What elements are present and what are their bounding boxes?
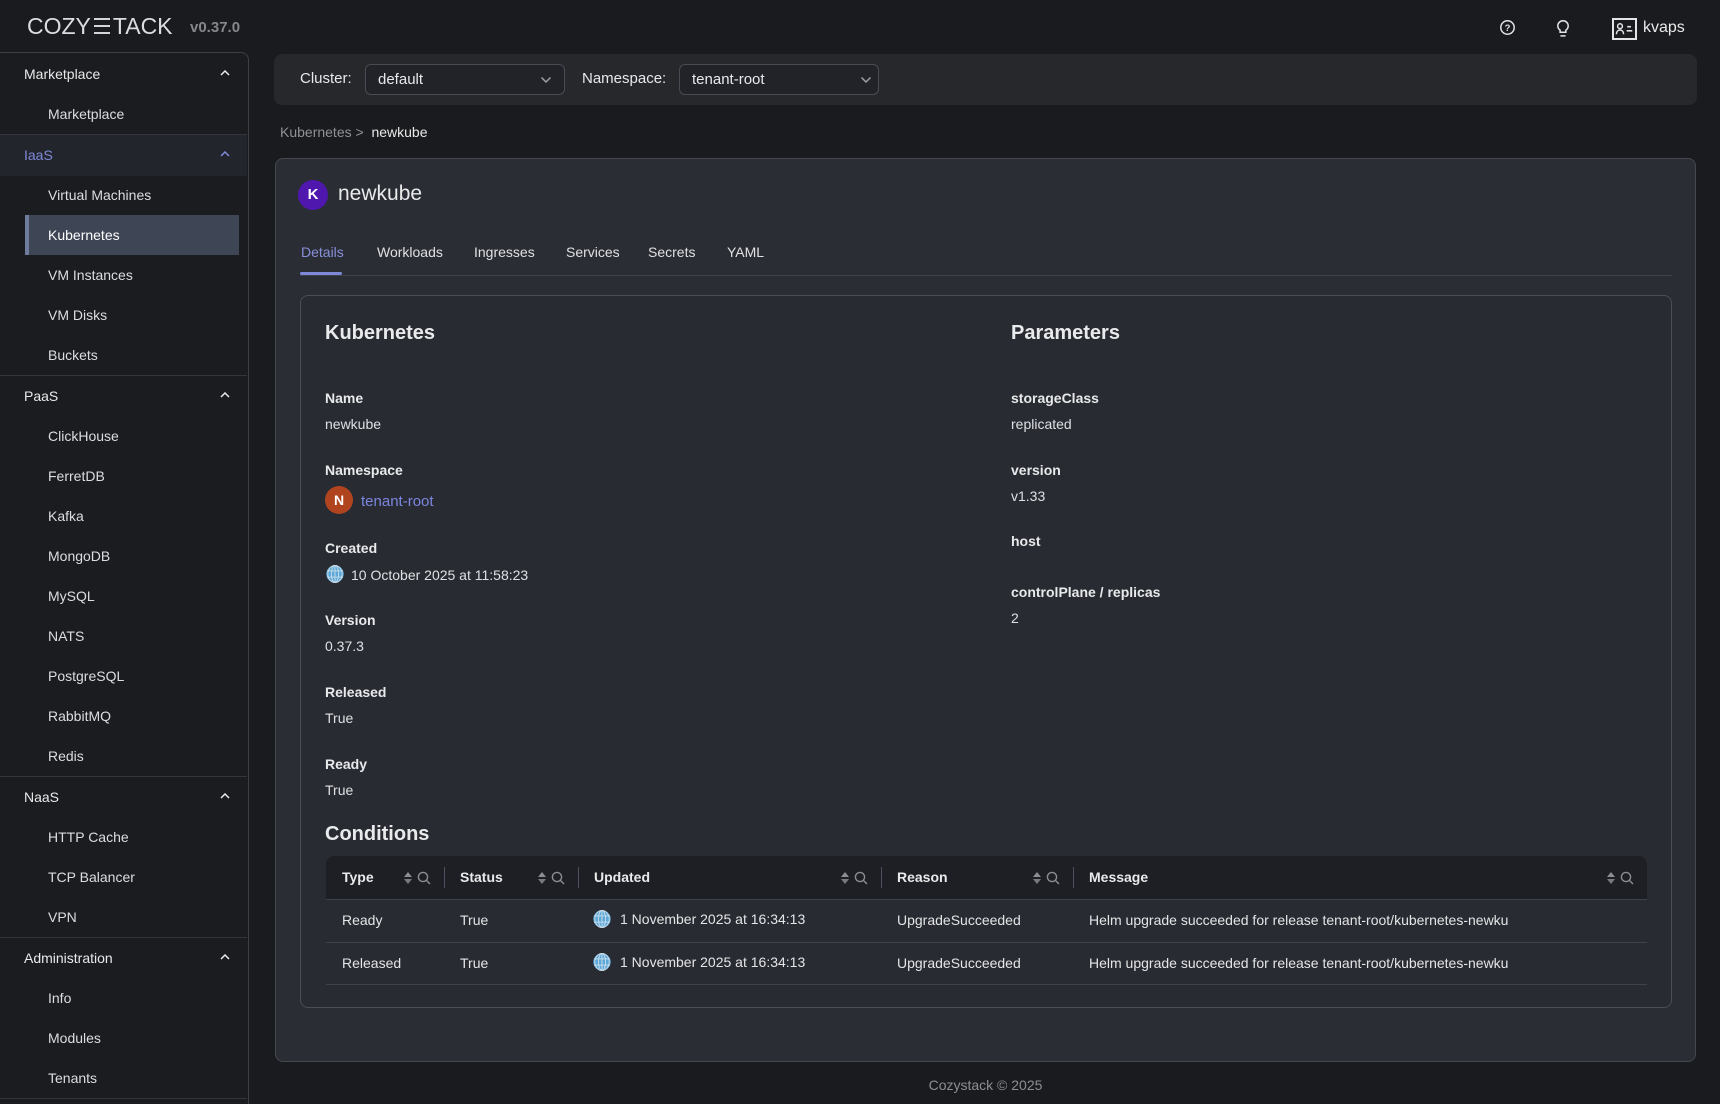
svg-text:?: ? bbox=[1505, 23, 1511, 34]
